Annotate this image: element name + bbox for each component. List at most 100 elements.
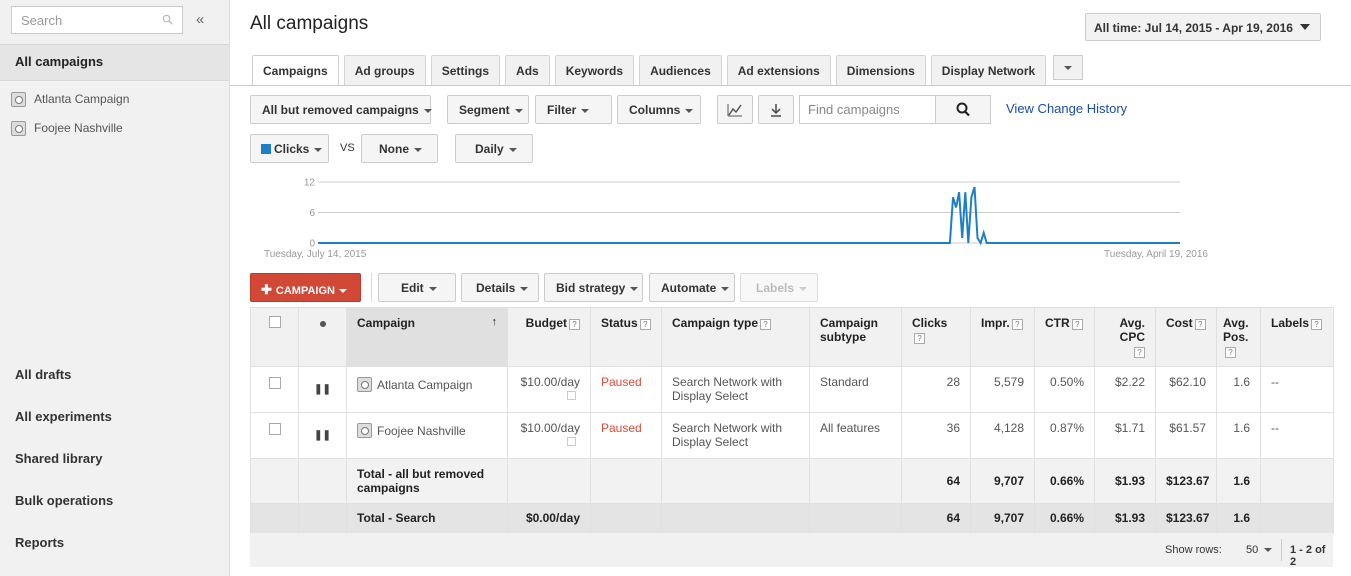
- col-header-budget[interactable]: Budget?: [507, 307, 591, 367]
- columns-label: Columns: [629, 103, 681, 117]
- col-header-label: Cost: [1166, 316, 1193, 330]
- col-header-ctr[interactable]: CTR?: [1034, 307, 1095, 367]
- row-status-cell[interactable]: ❚❚: [298, 412, 347, 459]
- help-icon[interactable]: ?: [760, 319, 772, 330]
- metric2-label: None: [379, 142, 409, 156]
- add-campaign-button[interactable]: ✚ CAMPAIGN: [250, 273, 361, 302]
- filter-button[interactable]: Filter: [535, 95, 612, 124]
- automate-button[interactable]: Automate: [649, 273, 735, 302]
- segment-button[interactable]: Segment: [447, 95, 529, 124]
- bid-strategy-label: Bid strategy: [556, 281, 626, 295]
- campaign-name-cell[interactable]: Atlanta Campaign: [346, 366, 508, 413]
- total-empty-cell: [809, 458, 902, 504]
- col-header-avg-pos[interactable]: Avg. Pos.?: [1216, 307, 1261, 367]
- more-tabs-button[interactable]: [1053, 55, 1084, 80]
- details-button[interactable]: Details: [461, 273, 539, 302]
- col-header-avg-cpc[interactable]: Avg. CPC?: [1094, 307, 1156, 367]
- col-header-label: Clicks: [912, 316, 948, 330]
- select-all-checkbox[interactable]: [268, 316, 281, 328]
- tab-settings[interactable]: Settings: [430, 55, 501, 85]
- rows-per-page-select[interactable]: 50: [1246, 544, 1273, 556]
- date-range-selector[interactable]: All time: Jul 14, 2015 - Apr 19, 2016: [1085, 13, 1321, 41]
- tab-ad-extensions[interactable]: Ad extensions: [726, 55, 831, 85]
- grand-budget-cell: $0.00/day: [507, 503, 591, 534]
- col-header-status[interactable]: Status?: [590, 307, 662, 367]
- download-button[interactable]: [758, 95, 794, 124]
- sidebar-link-all-experiments[interactable]: All experiments: [15, 409, 112, 424]
- chevron-down-icon: [685, 108, 694, 113]
- sidebar-campaign-atlanta[interactable]: Atlanta Campaign: [11, 90, 129, 108]
- sidebar-campaign-label: Foojee Nashville: [34, 121, 123, 135]
- sidebar-search-input[interactable]: [12, 7, 152, 33]
- help-icon[interactable]: ?: [1225, 347, 1236, 358]
- tab-keywords[interactable]: Keywords: [554, 55, 635, 85]
- campaign-name[interactable]: Atlanta Campaign: [377, 378, 472, 392]
- chevron-down-icon: [414, 147, 422, 152]
- edit-budget-icon[interactable]: [567, 437, 576, 446]
- tab-audiences[interactable]: Audiences: [639, 55, 722, 85]
- campaign-status-filter[interactable]: All but removed campaigns: [250, 95, 432, 124]
- col-header-impr[interactable]: Impr.?: [970, 307, 1035, 367]
- tab-ads[interactable]: Ads: [505, 55, 550, 85]
- budget-cell[interactable]: $10.00/day: [507, 412, 591, 459]
- chart-toggle-button[interactable]: [717, 95, 753, 124]
- help-icon[interactable]: ?: [914, 333, 925, 344]
- select-all-header: [250, 307, 299, 367]
- metric2-selector[interactable]: None: [361, 134, 438, 163]
- view-change-history-link[interactable]: View Change History: [1006, 101, 1127, 116]
- row-status-cell[interactable]: ❚❚: [298, 366, 347, 413]
- help-icon[interactable]: ?: [1011, 319, 1023, 330]
- help-icon[interactable]: ?: [1134, 347, 1145, 358]
- row-checkbox[interactable]: [268, 377, 281, 389]
- row-checkbox[interactable]: [268, 423, 281, 435]
- sidebar-campaign-nashville[interactable]: Foojee Nashville: [11, 119, 123, 137]
- chevron-down-icon: [799, 286, 808, 291]
- sort-ascending-icon: ↑: [491, 316, 498, 328]
- status-dot-icon: [319, 321, 326, 327]
- help-icon[interactable]: ?: [569, 319, 580, 330]
- help-icon[interactable]: ?: [1071, 319, 1083, 330]
- avg-pos-cell: 1.6: [1216, 412, 1261, 459]
- grand-impr-cell: 9,707: [970, 503, 1035, 534]
- edit-budget-icon[interactable]: [567, 391, 576, 400]
- budget-cell[interactable]: $10.00/day: [507, 366, 591, 413]
- granularity-selector[interactable]: Daily: [455, 134, 533, 163]
- tab-campaigns[interactable]: Campaigns: [252, 55, 339, 86]
- col-header-campaign-type[interactable]: Campaign type?: [661, 307, 810, 367]
- col-header-labels[interactable]: Labels?: [1260, 307, 1334, 367]
- col-header-campaign[interactable]: Campaign ↑: [346, 307, 508, 367]
- tab-ad-groups[interactable]: Ad groups: [343, 55, 426, 85]
- campaign-name-cell[interactable]: Foojee Nashville: [346, 412, 508, 459]
- total-label-cell: Total - all but removed campaigns: [346, 458, 508, 504]
- sidebar-link-bulk-operations[interactable]: Bulk operations: [15, 493, 113, 508]
- bid-strategy-button[interactable]: Bid strategy: [544, 273, 643, 302]
- tab-bar: Campaigns Ad groups Settings Ads Keyword…: [252, 55, 1084, 86]
- sidebar-link-all-drafts[interactable]: All drafts: [15, 367, 71, 382]
- sidebar-link-shared-library[interactable]: Shared library: [15, 451, 102, 466]
- collapse-sidebar-button[interactable]: «: [196, 11, 204, 28]
- budget-value: $10.00/day: [520, 421, 580, 435]
- columns-button[interactable]: Columns: [617, 95, 701, 124]
- search-campaign-icon: [11, 120, 26, 136]
- help-icon[interactable]: ?: [639, 319, 651, 330]
- col-header-campaign-subtype[interactable]: Campaign subtype: [809, 307, 902, 367]
- tab-display-network[interactable]: Display Network: [930, 55, 1047, 85]
- sidebar-item-all-campaigns[interactable]: All campaigns: [0, 44, 229, 81]
- col-header-label: Campaign: [820, 316, 879, 330]
- campaign-name[interactable]: Foojee Nashville: [377, 424, 466, 438]
- sidebar-link-reports[interactable]: Reports: [15, 535, 64, 550]
- edit-button[interactable]: Edit: [378, 273, 456, 302]
- chart-gridlines: [318, 181, 1180, 244]
- col-header-cost[interactable]: Cost?: [1155, 307, 1217, 367]
- labels-button[interactable]: Labels: [740, 273, 818, 302]
- find-campaigns-box: [799, 95, 991, 124]
- help-icon[interactable]: ?: [1311, 319, 1323, 330]
- table-footer: Show rows: 50 1 - 2 of 2: [250, 533, 1333, 568]
- metric1-selector[interactable]: Clicks: [250, 134, 329, 163]
- find-campaigns-button[interactable]: [935, 96, 990, 123]
- help-icon[interactable]: ?: [1194, 319, 1206, 330]
- ctr-cell: 0.87%: [1034, 412, 1095, 459]
- find-campaigns-input[interactable]: [800, 96, 934, 123]
- tab-dimensions[interactable]: Dimensions: [835, 55, 926, 85]
- col-header-clicks[interactable]: Clicks?: [901, 307, 971, 367]
